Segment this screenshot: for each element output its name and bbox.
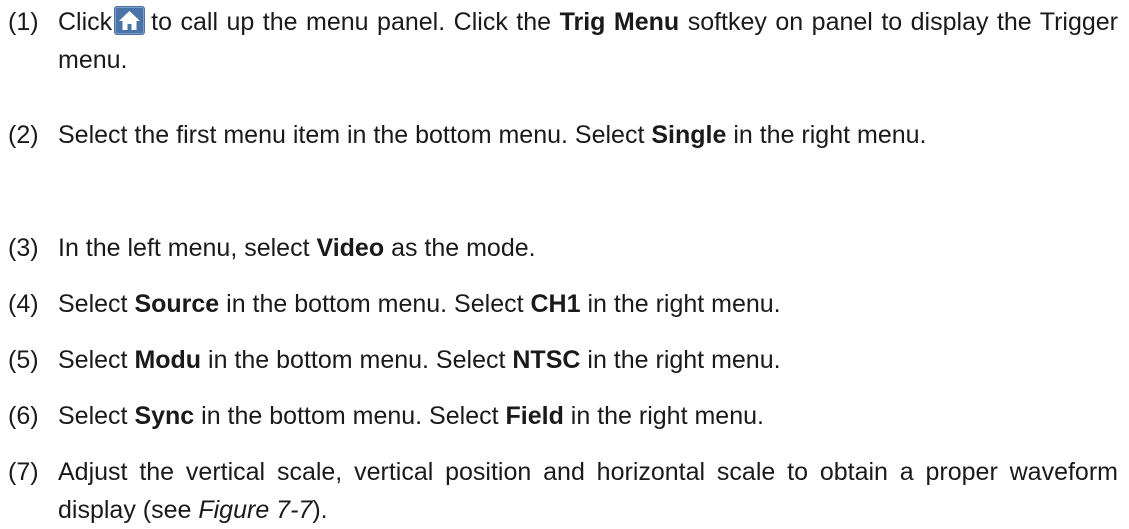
ui-term-source: Source — [134, 290, 220, 318]
step-number: (2) — [8, 121, 39, 149]
step-text: Select Sync in the bottom menu. Select F… — [58, 397, 1118, 435]
step-number: (3) — [8, 234, 39, 262]
step-text-segment: Select — [58, 402, 128, 430]
ui-term-ch1: CH1 — [530, 290, 581, 318]
step-text: Adjust the vertical scale, vertical posi… — [58, 453, 1118, 529]
step-text-segment: in the bottom menu. Select — [201, 402, 499, 430]
figure-reference: Figure 7-7 — [198, 496, 313, 524]
step-6: (6) Select Sync in the bottom menu. Sele… — [8, 397, 1118, 435]
step-1: (1) Click to call up the menu panel. Clic… — [8, 3, 1118, 79]
ui-term-ntsc: NTSC — [512, 346, 581, 374]
ui-term-video: Video — [316, 234, 385, 262]
ui-term-single: Single — [651, 121, 727, 149]
step-text-segment: Click — [58, 8, 113, 36]
step-3: (3) In the left menu, select Video as th… — [8, 229, 1118, 267]
step-text-segment: in the right menu. — [570, 402, 764, 430]
step-number: (5) — [8, 346, 39, 374]
ui-term-field: Field — [505, 402, 564, 430]
step-text-segment: Select — [58, 346, 128, 374]
home-icon — [114, 6, 146, 35]
step-4: (4) Select Source in the bottom menu. Se… — [8, 285, 1118, 323]
step-number: (7) — [8, 458, 39, 486]
step-text-segment: in the right menu. — [587, 290, 781, 318]
step-2: (2) Select the first menu item in the bo… — [8, 116, 1118, 154]
step-text-segment: Select — [58, 290, 128, 318]
ui-term-trig-menu: Trig Menu — [559, 8, 680, 36]
ui-term-sync: Sync — [134, 402, 195, 430]
step-text-segment: as the mode. — [391, 234, 536, 262]
step-text: Select Modu in the bottom menu. Select N… — [58, 341, 1118, 379]
step-text-segment: in the bottom menu. Select — [208, 346, 506, 374]
step-number: (6) — [8, 402, 39, 430]
step-text-segment: Select the first menu item in the bottom… — [58, 121, 645, 149]
step-text: Select Source in the bottom menu. Select… — [58, 285, 1118, 323]
step-text-segment: in the right menu. — [587, 346, 781, 374]
step-number: (1) — [8, 8, 39, 36]
step-7: (7) Adjust the vertical scale, vertical … — [8, 453, 1118, 529]
step-number: (4) — [8, 290, 39, 318]
step-text-segment: ). — [312, 496, 328, 524]
ui-term-modu: Modu — [134, 346, 202, 374]
step-text-segment: in the right menu. — [733, 121, 927, 149]
step-5: (5) Select Modu in the bottom menu. Sele… — [8, 341, 1118, 379]
step-text: Click to call up the menu panel. Click th… — [58, 3, 1118, 79]
step-text: Select the first menu item in the bottom… — [58, 116, 1118, 154]
step-text: In the left menu, select Video as the mo… — [58, 229, 1118, 267]
step-text-segment: to call up the menu panel. Click the — [151, 8, 552, 36]
step-text-segment: in the bottom menu. Select — [226, 290, 524, 318]
step-text-segment: In the left menu, select — [58, 234, 310, 262]
